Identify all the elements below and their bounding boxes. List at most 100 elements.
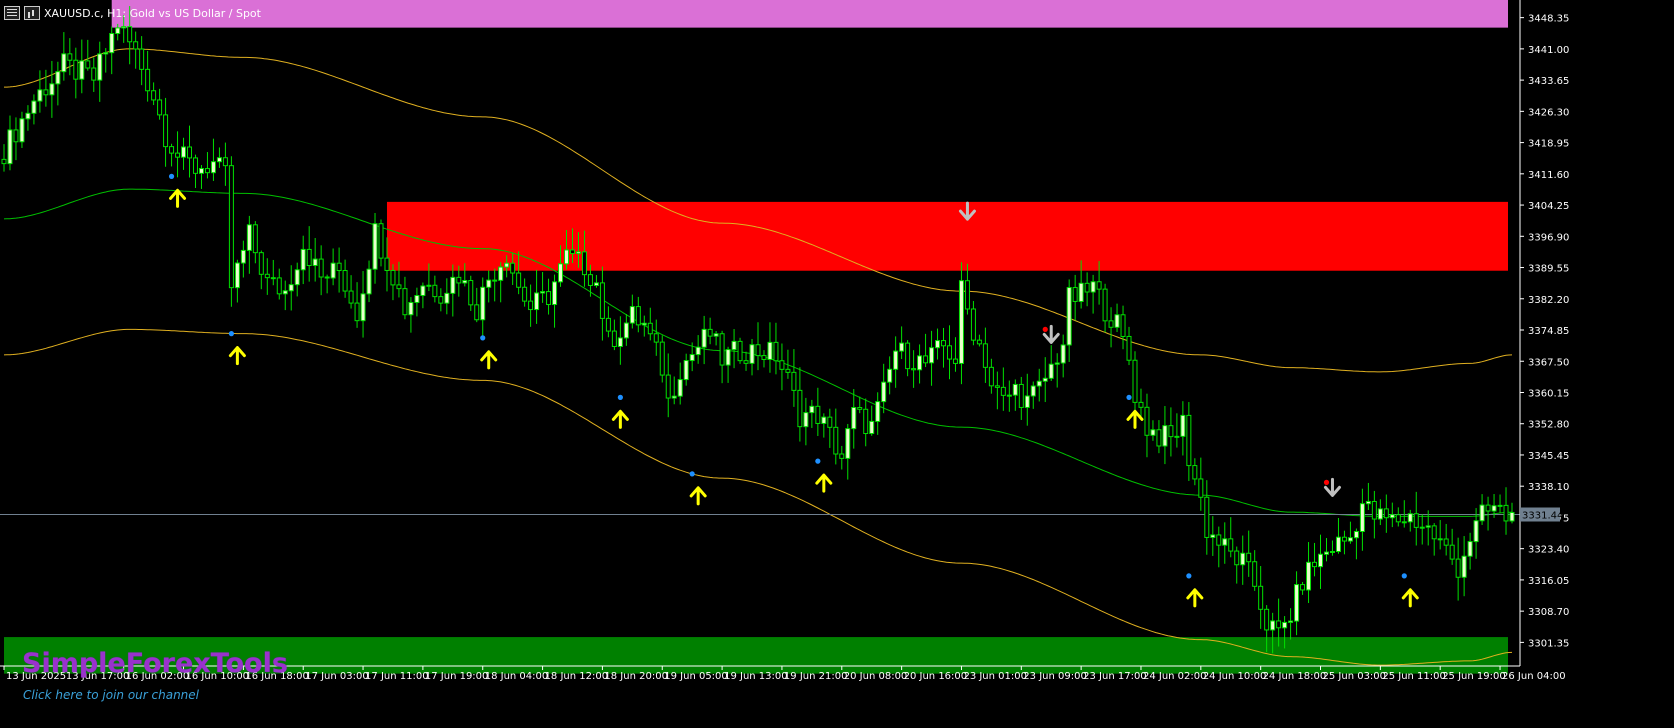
current-price-label: 3331.44 [1522,511,1563,522]
candle-body [139,48,145,70]
candle-body [970,308,976,341]
channel-link[interactable]: Click here to join our channel [23,688,199,702]
price-tick-label: 3396.90 [1528,232,1569,243]
candle-body [1126,335,1132,361]
candle-body [1048,363,1054,379]
candle-body [1162,425,1168,447]
candle-body [1216,534,1222,546]
candle-body [1509,512,1515,522]
time-tick-label: 19 Jun 05:00 [664,671,728,682]
candle-body [1413,513,1419,528]
candle-body [1323,551,1329,555]
sell-signal-dot [958,203,965,209]
candle-body [7,129,13,165]
candle-body [1258,585,1264,610]
candle-body [438,296,444,304]
candle-body [677,379,683,397]
candle-body [1042,377,1048,382]
candle-body [390,269,396,286]
candle-body [749,344,755,364]
candle-body [366,268,372,295]
candle-body [976,339,982,345]
time-tick-label: 23 Jun 17:00 [1083,671,1147,682]
candle-body [360,293,366,322]
candle-body [1288,620,1294,623]
candle-body [1168,425,1174,438]
time-tick-label: 17 Jun 03:00 [305,671,369,682]
candle-body [1467,541,1473,557]
top_zone [111,0,1509,28]
candle-body [647,322,653,335]
candle-body [1084,282,1090,293]
candle-body [145,68,151,92]
candle-body [893,350,899,370]
candle-body [37,89,43,102]
candle-body [115,27,121,35]
candle-body [522,286,528,302]
candle-body [743,360,749,364]
sell-signal-dot [1323,479,1330,485]
candle-body [725,349,731,366]
candle-body [1096,281,1102,290]
candle-body [1425,525,1431,528]
candle-body [1389,514,1395,519]
candle-body [779,360,785,370]
candle-body [731,340,737,351]
price-chart[interactable]: 3448.35 3441.00 3433.65 3426.30 3418.95 3411.… [0,0,1674,728]
buy-signal-dot [815,458,821,464]
price-tick-label: 3360.15 [1528,388,1569,399]
candle-body [1132,359,1138,403]
candle-body [689,354,695,362]
candle-body [593,282,599,286]
candle-body [719,333,725,366]
candle-body [755,344,761,357]
buy-signal-dot [689,471,695,477]
candle-body [210,161,216,174]
time-tick-label: 17 Jun 11:00 [365,671,429,682]
menu-icon[interactable] [4,6,20,20]
candle-body [1341,536,1347,542]
candle-body [444,292,450,304]
candle-body [300,248,306,271]
candle-body [43,89,49,96]
buy-arrow-shape [169,188,187,208]
candle-body [1401,521,1407,524]
candle-body [1228,538,1234,552]
candle-body [91,67,97,81]
candle-body [1252,561,1258,587]
candle-body [1449,544,1455,560]
candle-body [294,269,300,286]
candle-body [869,420,875,435]
candle-body [635,306,641,326]
candle-body [713,333,719,337]
candle-body [1030,385,1036,397]
candle-body [234,262,240,289]
candle-body [330,262,336,279]
price-tick-label: 3382.20 [1528,295,1569,306]
candle-body [1246,552,1252,563]
time-tick-label: 20 Jun 16:00 [904,671,968,682]
buy-signal-dot [1401,573,1407,579]
candle-body [192,157,198,174]
candle-body [1276,620,1282,629]
price-tick-label: 3404.25 [1528,201,1569,212]
time-tick-label: 18 Jun 04:00 [485,671,549,682]
candle-body [1186,414,1192,467]
candle-body [629,306,635,324]
buy-arrow-shape [611,409,629,429]
candle-body [941,340,947,347]
candle-body [19,118,25,143]
candle-body [1455,558,1461,578]
price-tick-label: 3323.40 [1528,545,1569,556]
candle-body [797,389,803,428]
candle-body [258,252,264,275]
chart-bars-icon[interactable] [24,6,40,20]
price-tick-label: 3426.30 [1528,107,1569,118]
candle-body [288,284,294,292]
candle-body [851,407,857,430]
price-tick-label: 3352.80 [1528,420,1569,431]
buy-arrow-icon [611,409,629,429]
candle-body [1503,504,1509,522]
candle-body [952,358,958,364]
price-tick-label: 3411.60 [1528,170,1569,181]
